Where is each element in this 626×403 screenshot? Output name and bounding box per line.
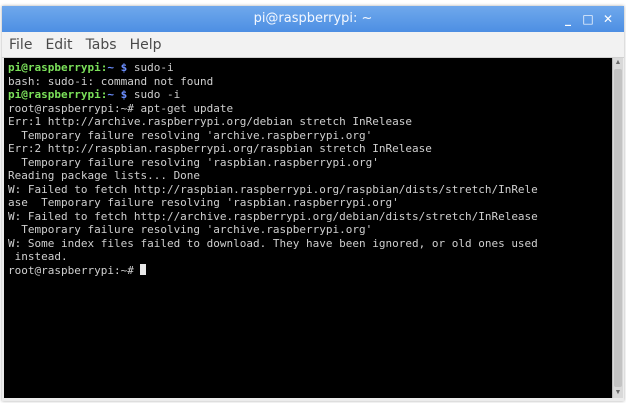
terminal-line: W: Failed to fetch http://raspbian.raspb… <box>8 182 538 196</box>
window-controls: _ □ ✕ <box>558 6 618 32</box>
terminal-line: W: Failed to fetch http://archive.raspbe… <box>8 209 538 223</box>
terminal-line: Temporary failure resolving 'raspbian.ra… <box>8 155 379 169</box>
menu-edit[interactable]: Edit <box>38 37 78 53</box>
prompt-user: pi@raspberrypi <box>8 88 101 101</box>
window-title: pi@raspberrypi: ~ <box>253 11 373 26</box>
terminal-line: Temporary failure resolving 'archive.ras… <box>8 223 373 236</box>
terminal-lines: pi@raspberrypi:~ $ sudo-i bash: sudo-i: c… <box>4 58 612 277</box>
menu-file[interactable]: File <box>2 37 38 53</box>
terminal-line: root@raspberrypi:~# <box>8 263 612 278</box>
scroll-thumb[interactable] <box>614 69 622 387</box>
terminal-line: bash: sudo-i: command not found <box>8 74 214 88</box>
prompt-path: ~ <box>107 61 114 74</box>
terminal-line: Reading package lists... Done <box>8 169 201 182</box>
terminal-line: pi@raspberrypi:~ $ sudo-i <box>8 61 612 75</box>
vertical-scrollbar[interactable]: ▲ ▼ <box>612 58 623 398</box>
prompt-text: root@raspberrypi:~# <box>8 263 141 277</box>
terminal-line: instead. <box>8 250 68 263</box>
terminal-line: Err:2 http://raspbian.raspberrypi.org/ra… <box>8 142 432 155</box>
maximize-button[interactable]: □ <box>578 9 598 29</box>
terminal-line: Temporary failure resolving 'archive.ras… <box>8 128 373 142</box>
terminal-line: W: Some index files failed to download. … <box>8 236 538 250</box>
prompt-symbol: $ <box>113 88 134 101</box>
terminal-line: ase Temporary failure resolving 'raspbia… <box>8 196 399 209</box>
scroll-down-icon[interactable]: ▼ <box>613 388 623 398</box>
prompt-command: sudo-i <box>133 61 174 74</box>
terminal-line: root@raspberrypi:~# apt-get update <box>8 101 234 115</box>
prompt-user: pi@raspberrypi <box>8 61 101 74</box>
minimize-button[interactable]: _ <box>558 9 578 29</box>
terminal-output[interactable]: pi@raspberrypi:~ $ sudo-i bash: sudo-i: c… <box>4 58 612 398</box>
menu-bar: File Edit Tabs Help <box>2 32 624 58</box>
scroll-up-icon[interactable]: ▲ <box>613 58 623 68</box>
text-cursor <box>140 263 147 275</box>
prompt-symbol: $ <box>113 61 134 74</box>
terminal-line: Err:1 http://archive.raspberrypi.org/deb… <box>8 115 412 128</box>
menu-help[interactable]: Help <box>123 37 168 53</box>
prompt-command: sudo -i <box>133 88 181 101</box>
terminal-line: pi@raspberrypi:~ $ sudo -i <box>8 88 612 102</box>
prompt-path: ~ <box>107 88 114 101</box>
title-bar[interactable]: pi@raspberrypi: ~ _ □ ✕ <box>2 6 624 32</box>
close-button[interactable]: ✕ <box>598 9 618 29</box>
menu-tabs[interactable]: Tabs <box>79 37 123 53</box>
terminal-window: pi@raspberrypi: ~ _ □ ✕ File Edit Tabs H… <box>2 6 624 401</box>
